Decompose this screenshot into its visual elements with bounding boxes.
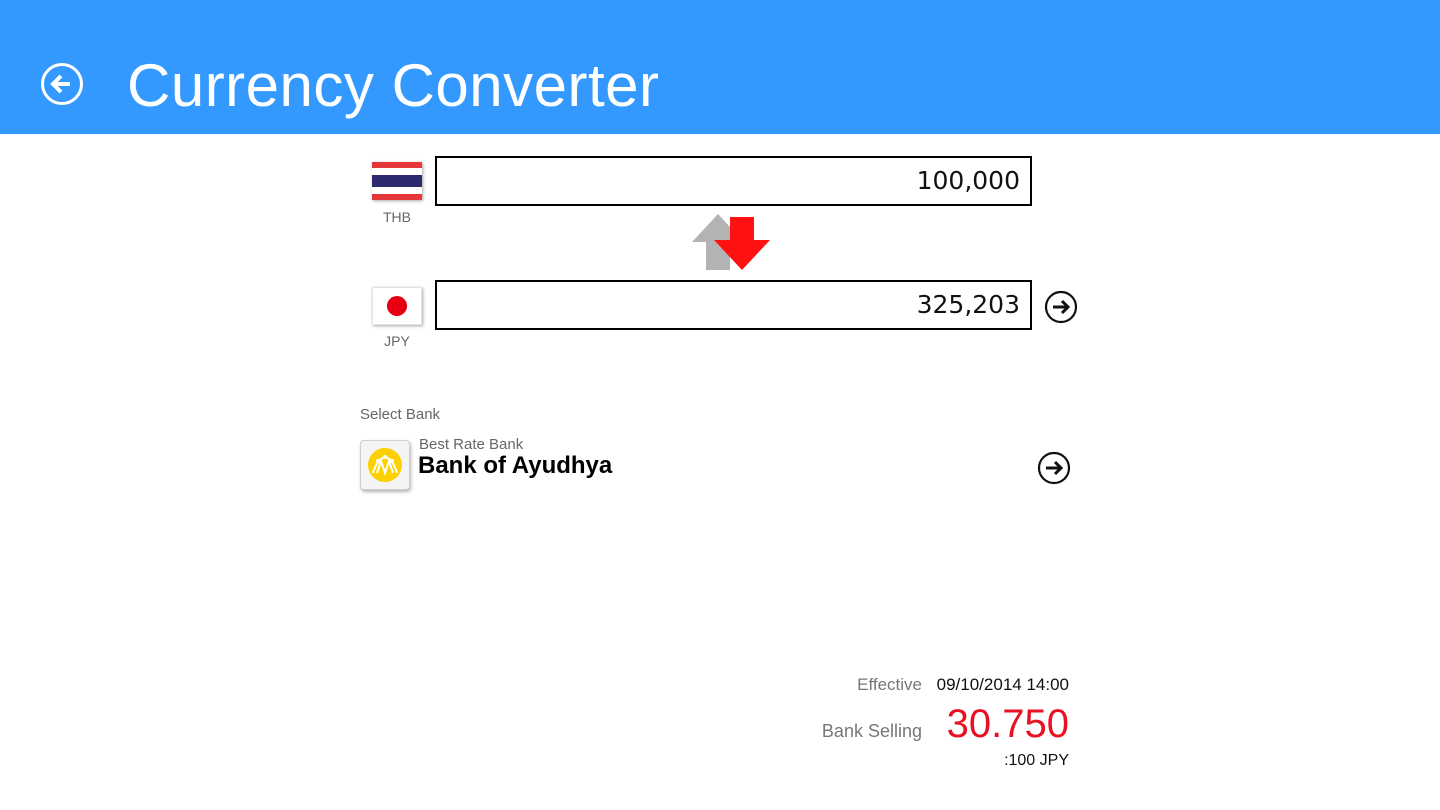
to-amount-input[interactable]: 325,203 <box>435 280 1032 330</box>
swap-direction-arrows-icon[interactable] <box>692 214 772 272</box>
thailand-flag-icon[interactable] <box>372 162 422 200</box>
bank-of-ayudhya-logo-icon <box>368 448 402 482</box>
bank-selling-label: Bank Selling <box>821 721 922 741</box>
effective-datetime: 09/10/2014 14:00 <box>936 675 1069 694</box>
bank-name[interactable]: Bank of Ayudhya <box>418 452 612 480</box>
best-rate-bank-label: Best Rate Bank <box>419 436 524 453</box>
page-title: Currency Converter <box>127 52 660 119</box>
back-arrow-circle-icon[interactable] <box>40 62 84 106</box>
select-bank-label: Select Bank <box>360 406 441 423</box>
chevron-right-circle-icon[interactable] <box>1044 290 1078 324</box>
from-currency-code: THB <box>383 209 411 225</box>
header-bar: Currency Converter <box>0 0 1440 134</box>
to-currency-code: JPY <box>384 333 410 349</box>
effective-label: Effective <box>857 675 922 694</box>
japan-flag-icon[interactable] <box>372 287 422 325</box>
chevron-right-circle-icon[interactable] <box>1037 451 1071 485</box>
bank-logo[interactable] <box>360 440 410 490</box>
from-amount-input[interactable]: 100,000 <box>435 156 1032 206</box>
bank-selling-rate: 30.750 <box>946 702 1069 746</box>
rate-unit: :100 JPY <box>1004 752 1069 769</box>
